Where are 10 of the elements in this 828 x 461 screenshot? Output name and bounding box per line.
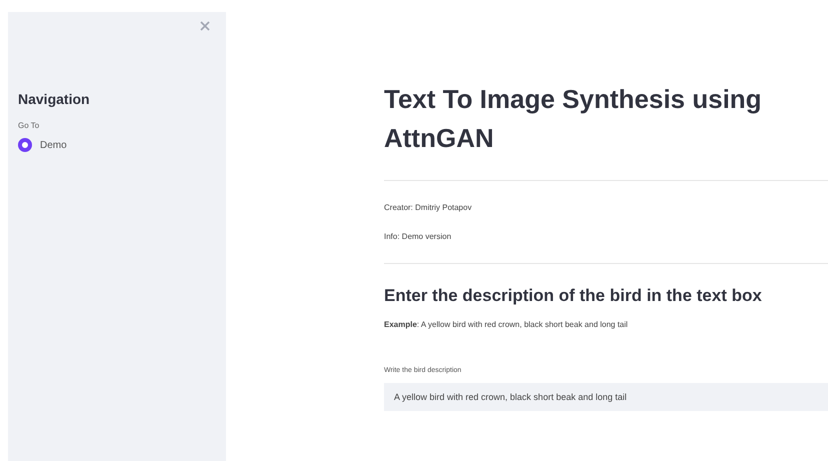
input-field[interactable]: A yellow bird with red crown, black short beak and long tail — [384, 383, 828, 411]
radio-button[interactable] — [18, 138, 32, 152]
radio-label[interactable]: Demo — [40, 140, 67, 150]
sidebar-title: Navigation — [18, 91, 91, 107]
example-text: Example: A yellow bird with red crown, black short beak and long tail — [384, 320, 629, 329]
info-text: Info: Demo version — [384, 232, 452, 241]
radio-group-label: Go To — [18, 121, 40, 130]
page-title: Text To Image Synthesis using AttnGAN — [384, 83, 763, 155]
section-heading: Enter the description of the bird in the text box — [384, 286, 763, 306]
creator-text: Creator: Dmitriy Potapov — [384, 203, 473, 212]
